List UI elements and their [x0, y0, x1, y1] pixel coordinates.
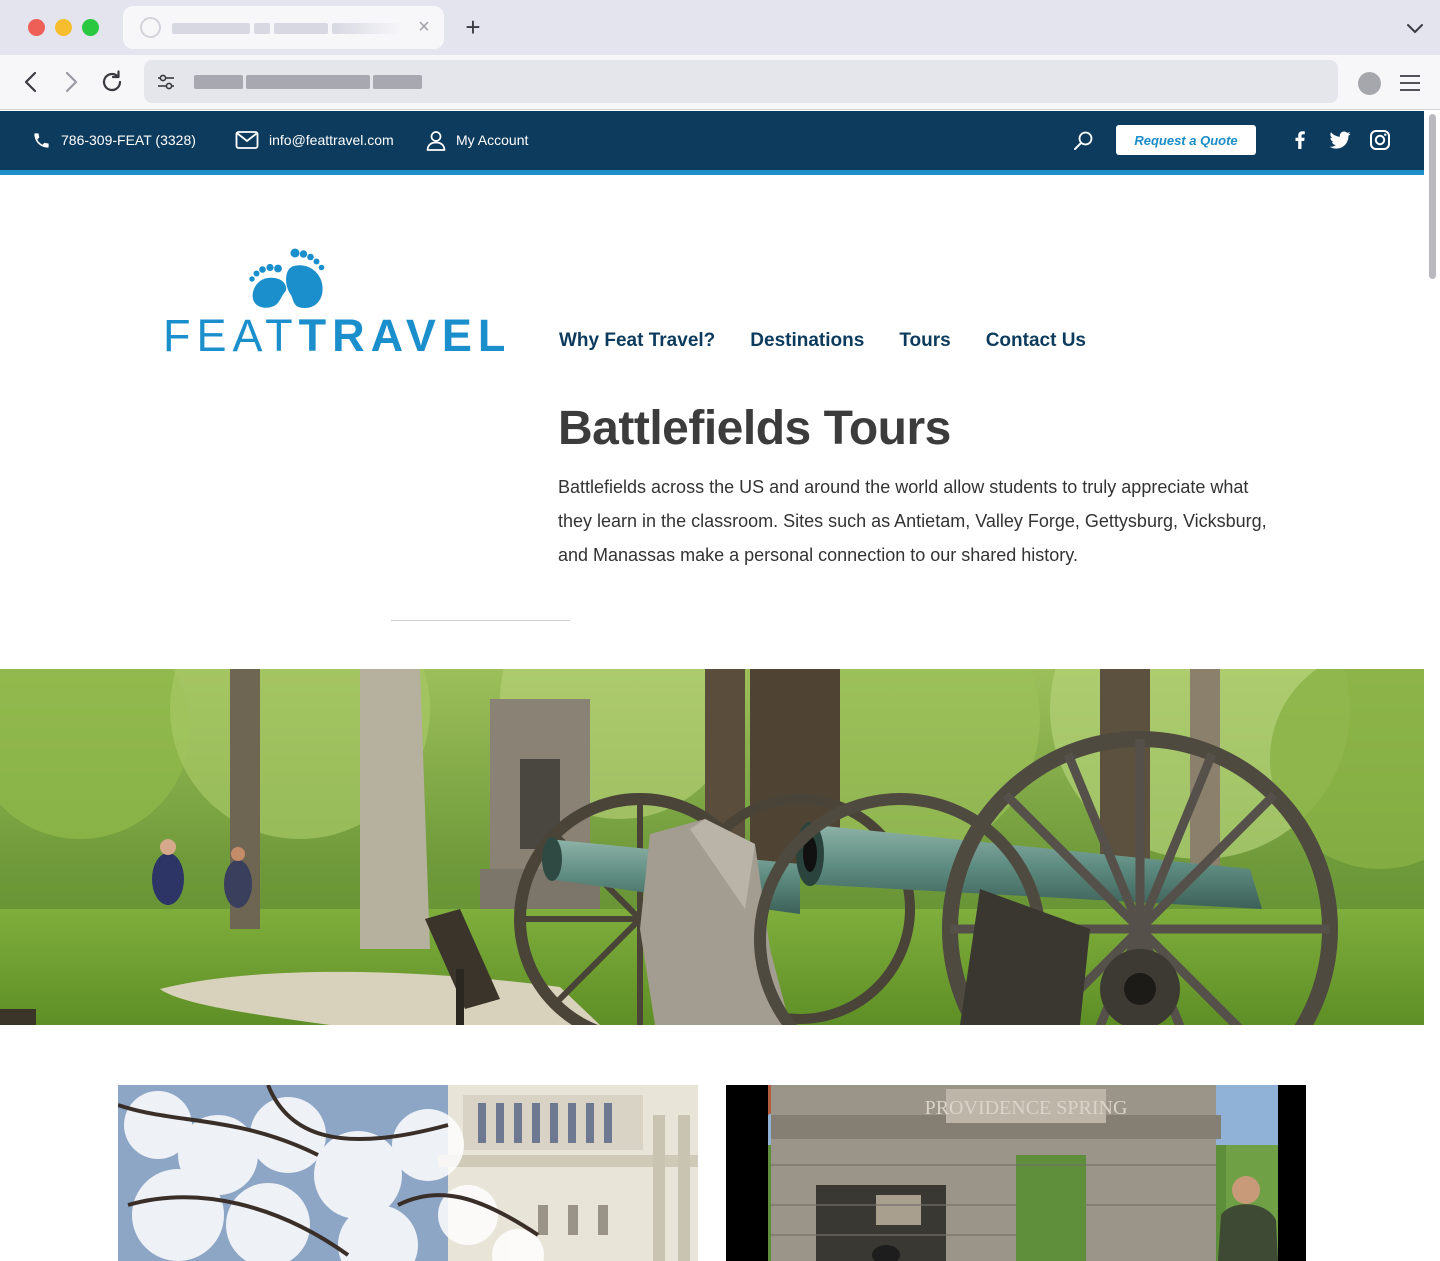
section-divider — [391, 620, 570, 621]
back-arrow-icon[interactable] — [16, 67, 46, 97]
intro-paragraph: Battlefields across the US and around th… — [558, 477, 1267, 565]
capitol-photo — [118, 1085, 698, 1261]
nav-item-destinations[interactable]: Destinations — [750, 330, 864, 352]
minimize-window-button[interactable] — [55, 19, 72, 36]
logo-word-travel: TRAVEL — [298, 310, 512, 361]
providence-spring-sign: PROVIDENCE SPRING — [925, 1097, 1128, 1119]
tab-close-icon[interactable]: × — [412, 15, 436, 39]
email-address: info@feattravel.com — [269, 132, 394, 148]
search-icon[interactable] — [1073, 130, 1094, 151]
main-navigation: Why Feat Travel? Destinations Tours Cont… — [559, 330, 1086, 352]
user-icon — [426, 130, 446, 151]
browser-toolbar — [0, 55, 1440, 110]
profile-avatar[interactable] — [1358, 72, 1381, 95]
page-scrollbar[interactable] — [1429, 114, 1436, 279]
feat-travel-logo[interactable]: FEATTRAVEL — [163, 246, 505, 358]
email-link[interactable]: info@feattravel.com — [235, 128, 394, 152]
hero-photo — [0, 669, 1424, 1025]
tab-list-chevron-icon[interactable] — [1403, 16, 1427, 40]
hero-image-cannons — [0, 669, 1424, 1025]
card-image-capitol[interactable] — [118, 1085, 698, 1261]
nav-item-tours[interactable]: Tours — [899, 330, 950, 352]
new-tab-icon[interactable]: + — [460, 14, 486, 40]
facebook-icon[interactable] — [1288, 128, 1312, 152]
browser-tab-bar: × + — [0, 0, 1440, 55]
url-placeholder — [373, 75, 422, 89]
logo-word-feat: FEAT — [163, 310, 299, 361]
my-account-label: My Account — [456, 132, 529, 148]
browser-tab-active[interactable]: × — [123, 6, 444, 49]
my-account-link[interactable]: My Account — [426, 128, 528, 152]
providence-spring-photo: PROVIDENCE SPRING — [726, 1085, 1306, 1261]
topbar-accent-strip — [0, 170, 1424, 175]
twitter-icon[interactable] — [1328, 128, 1352, 152]
phone-link[interactable]: 786-309-FEAT (3328) — [32, 128, 196, 152]
forward-arrow-icon[interactable] — [56, 67, 86, 97]
url-placeholder — [194, 75, 243, 89]
phone-icon — [34, 132, 49, 148]
hamburger-menu-icon[interactable] — [1398, 71, 1422, 95]
mail-icon — [235, 131, 259, 149]
address-bar[interactable] — [144, 60, 1338, 103]
site-settings-icon[interactable] — [156, 72, 176, 92]
page-title: Battlefields Tours — [558, 402, 951, 455]
footprints-logo-icon — [249, 248, 325, 308]
tab-title-placeholder — [172, 23, 250, 34]
logo-wordmark: FEATTRAVEL — [163, 313, 511, 358]
card-image-providence-spring[interactable]: PROVIDENCE SPRING — [726, 1085, 1306, 1261]
phone-number: 786-309-FEAT (3328) — [61, 132, 196, 148]
nav-item-contact-us[interactable]: Contact Us — [986, 330, 1086, 352]
maximize-window-button[interactable] — [82, 19, 99, 36]
close-window-button[interactable] — [28, 19, 45, 36]
tab-favicon-icon — [140, 17, 161, 38]
instagram-icon[interactable] — [1368, 128, 1392, 152]
nav-item-why-feat-travel[interactable]: Why Feat Travel? — [559, 330, 715, 352]
tab-title-placeholder — [274, 23, 328, 34]
page-viewport: 786-309-FEAT (3328) info@feattravel.com … — [0, 111, 1440, 1261]
tab-title-placeholder — [254, 23, 270, 34]
request-quote-button[interactable]: Request a Quote — [1116, 125, 1256, 155]
url-placeholder — [246, 75, 370, 89]
tab-title-placeholder — [332, 23, 402, 34]
reload-icon[interactable] — [97, 67, 127, 97]
top-contact-bar: 786-309-FEAT (3328) info@feattravel.com … — [0, 111, 1424, 170]
